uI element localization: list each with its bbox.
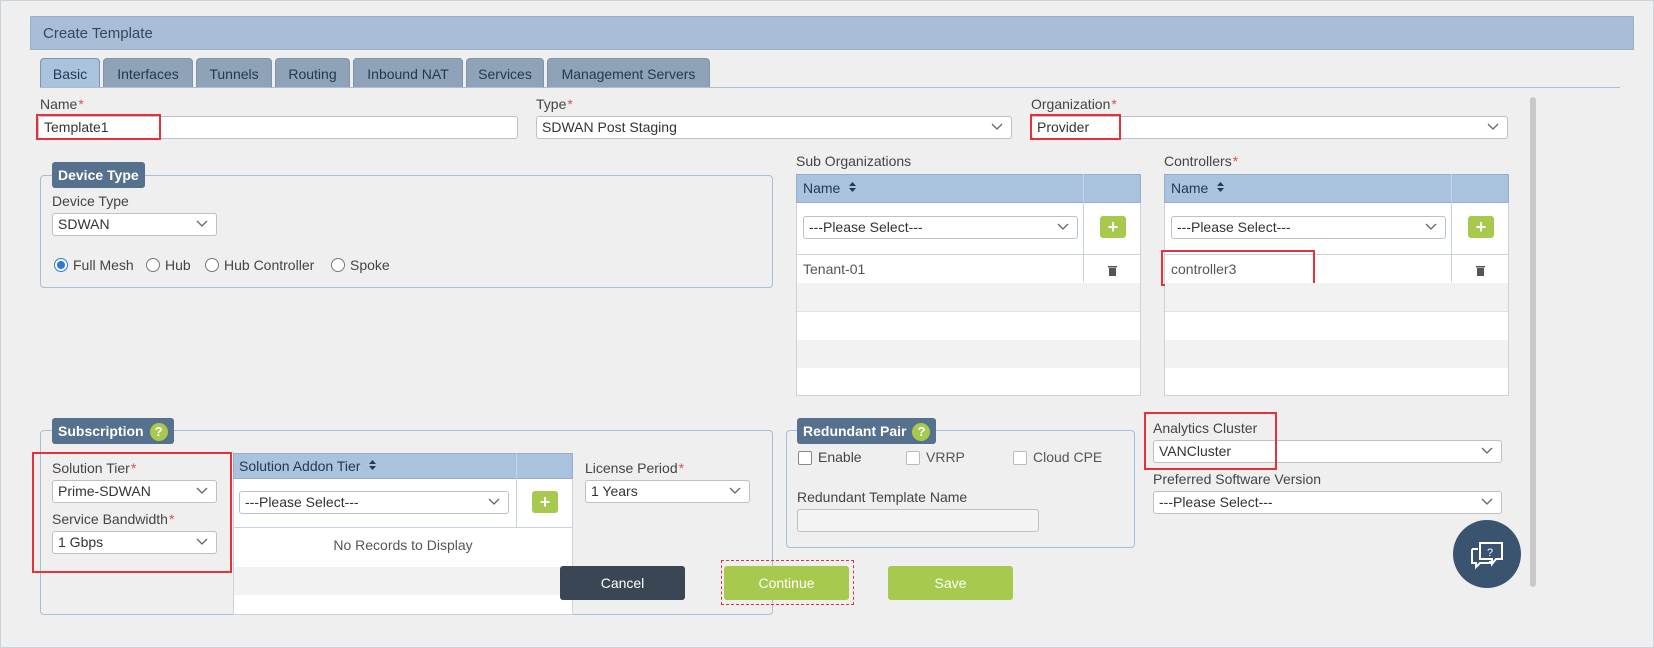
sub-org-row-name: Tenant-01 <box>803 261 866 277</box>
type-label: Type* <box>536 96 573 112</box>
chevron-down-icon <box>1481 447 1493 454</box>
radio-full-mesh[interactable] <box>54 258 68 272</box>
controllers-col-name[interactable]: Name <box>1171 180 1225 196</box>
type-select[interactable]: SDWAN Post Staging <box>536 116 1012 139</box>
radio-spoke[interactable] <box>331 258 345 272</box>
redundant-pair-legend: Redundant Pair? <box>797 418 937 444</box>
enable-checkbox[interactable] <box>798 451 812 465</box>
radio-spoke-label: Spoke <box>350 257 390 273</box>
radio-hub-controller-label: Hub Controller <box>224 257 315 273</box>
continue-button[interactable]: Continue <box>724 566 849 600</box>
empty-state-text: No Records to Display <box>333 537 473 553</box>
name-label: Name* <box>40 96 84 112</box>
chat-help-button[interactable]: ? <box>1453 520 1521 588</box>
radio-hub[interactable] <box>146 258 160 272</box>
license-period-label: License Period* <box>585 460 685 476</box>
highlight-box <box>1144 412 1277 470</box>
vrrp-checkbox[interactable] <box>906 451 920 465</box>
row-divider <box>1165 311 1508 312</box>
addon-tier-select[interactable]: ---Please Select--- <box>239 491 509 514</box>
chevron-down-icon <box>1425 223 1437 230</box>
empty-row <box>1165 283 1508 311</box>
software-version-label: Preferred Software Version <box>1153 471 1322 487</box>
sub-org-col-name[interactable]: Name <box>803 180 857 196</box>
tab-underline <box>40 87 1620 88</box>
software-version-select[interactable]: ---Please Select--- <box>1153 491 1502 514</box>
add-sub-org-button[interactable]: + <box>1100 216 1126 238</box>
chevron-down-icon <box>196 220 208 227</box>
add-controller-button[interactable]: + <box>1468 216 1494 238</box>
sub-org-select[interactable]: ---Please Select--- <box>803 216 1078 239</box>
cloud-cpe-checkbox[interactable] <box>1013 451 1027 465</box>
scrollbar[interactable] <box>1530 97 1536 587</box>
enable-label: Enable <box>818 449 862 465</box>
device-type-label: Device Type <box>52 193 129 209</box>
chevron-down-icon <box>729 487 741 494</box>
grid-divider <box>1083 174 1084 282</box>
empty-row <box>797 340 1140 368</box>
empty-row <box>797 283 1140 311</box>
grid-divider <box>1451 174 1452 282</box>
cancel-button[interactable]: Cancel <box>560 566 685 600</box>
empty-row <box>234 567 572 595</box>
addon-col-name[interactable]: Solution Addon Tier <box>239 458 377 474</box>
trash-icon[interactable] <box>1476 265 1485 276</box>
dialog-title: Create Template <box>43 25 153 42</box>
cloud-cpe-label: Cloud CPE <box>1033 449 1103 465</box>
highlight-box <box>36 114 161 140</box>
redundant-template-input[interactable] <box>797 509 1039 532</box>
radio-full-mesh-label: Full Mesh <box>73 257 134 273</box>
chevron-down-icon <box>1481 498 1493 505</box>
dialog-title-bar: Create Template <box>30 16 1634 50</box>
tab-services[interactable]: Services <box>466 58 544 88</box>
chevron-down-icon <box>488 498 500 505</box>
empty-row <box>1165 340 1508 368</box>
grid-divider <box>516 453 517 527</box>
add-addon-button[interactable]: + <box>532 491 558 513</box>
tab-management-servers[interactable]: Management Servers <box>547 58 710 88</box>
sub-organizations-label: Sub Organizations <box>796 153 912 169</box>
redundant-template-label: Redundant Template Name <box>797 489 968 505</box>
tab-routing[interactable]: Routing <box>275 58 350 88</box>
device-type-select[interactable]: SDWAN <box>52 213 217 236</box>
device-type-legend: Device Type <box>52 162 145 188</box>
highlight-box <box>32 452 232 573</box>
row-divider <box>797 254 1140 255</box>
radio-hub-controller[interactable] <box>205 258 219 272</box>
help-icon[interactable]: ? <box>149 423 168 441</box>
chevron-down-icon <box>1057 223 1069 230</box>
vrrp-label: VRRP <box>926 449 965 465</box>
save-button[interactable]: Save <box>888 566 1013 600</box>
sort-icon <box>369 460 377 470</box>
controllers-label: Controllers* <box>1164 153 1239 169</box>
sort-icon <box>1217 182 1225 192</box>
controller-select[interactable]: ---Please Select--- <box>1171 216 1446 239</box>
sort-icon <box>849 182 857 192</box>
subscription-legend: Subscription? <box>52 418 174 444</box>
license-period-select[interactable]: 1 Years <box>585 480 750 503</box>
radio-hub-label: Hub <box>165 257 191 273</box>
tab-tunnels[interactable]: Tunnels <box>196 58 272 88</box>
tab-basic[interactable]: Basic <box>40 58 100 88</box>
tab-interfaces[interactable]: Interfaces <box>103 58 193 88</box>
svg-text:?: ? <box>1487 547 1493 559</box>
organization-label: Organization* <box>1031 96 1117 112</box>
row-divider <box>234 527 572 528</box>
chat-icon: ? <box>1471 542 1503 570</box>
help-icon[interactable]: ? <box>912 423 931 441</box>
row-divider <box>797 311 1140 312</box>
trash-icon[interactable] <box>1108 265 1117 276</box>
highlight-box <box>1161 250 1315 286</box>
tab-inbound-nat[interactable]: Inbound NAT <box>353 58 463 88</box>
highlight-box <box>1030 114 1121 140</box>
chevron-down-icon <box>1487 123 1499 130</box>
chevron-down-icon <box>991 123 1003 130</box>
